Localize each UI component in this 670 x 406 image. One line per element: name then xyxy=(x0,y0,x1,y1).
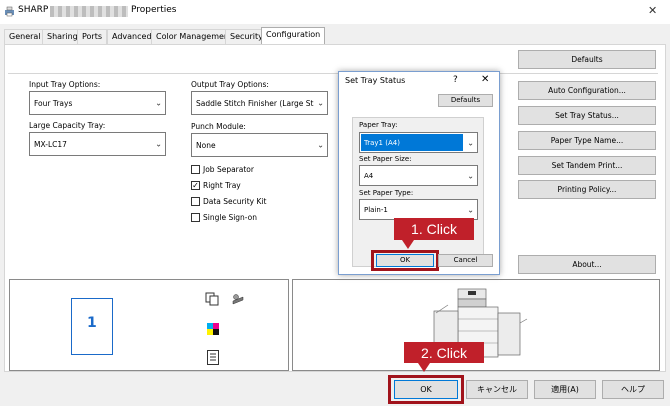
paper-type-name-button[interactable]: Paper Type Name... xyxy=(518,131,656,150)
paper-size-value: A4 xyxy=(364,171,374,180)
punch-module-select[interactable]: None ⌄ xyxy=(191,133,328,157)
input-tray-label: Input Tray Options: xyxy=(29,80,101,89)
document-icon xyxy=(207,350,219,365)
printing-policy-button[interactable]: Printing Policy... xyxy=(518,180,656,199)
step1-callout: 1. Click xyxy=(394,218,474,240)
paper-tray-label: Paper Tray: xyxy=(359,121,398,129)
dialog-help-button[interactable]: ? xyxy=(453,75,458,85)
auto-configuration-button[interactable]: Auto Configuration... xyxy=(518,81,656,100)
stapler-icon xyxy=(231,292,245,306)
large-capacity-tray-label: Large Capacity Tray: xyxy=(29,121,106,130)
step1-callout-pointer xyxy=(402,240,414,249)
chevron-down-icon: ⌄ xyxy=(155,139,162,149)
defaults-button[interactable]: Defaults xyxy=(518,50,656,69)
color-mode-icon xyxy=(206,322,220,336)
set-tray-status-button[interactable]: Set Tray Status... xyxy=(518,106,656,125)
paper-type-label: Set Paper Type: xyxy=(359,189,414,197)
window-close-button[interactable]: ✕ xyxy=(648,4,657,17)
copy-pages-icon xyxy=(205,292,219,306)
about-button[interactable]: About... xyxy=(518,255,656,274)
job-separator-checkbox[interactable] xyxy=(191,165,200,174)
paper-preview-pane xyxy=(9,279,289,371)
output-tray-label: Output Tray Options: xyxy=(191,80,269,89)
input-tray-value: Four Trays xyxy=(34,98,73,108)
tab-configuration[interactable]: Configuration xyxy=(261,27,326,45)
window-title-prefix: SHARP xyxy=(18,5,49,15)
chevron-down-icon: ⌄ xyxy=(467,138,474,147)
window-title-suffix: Properties xyxy=(131,5,177,15)
printer-icon xyxy=(4,6,15,17)
output-tray-select[interactable]: Saddle Stitch Finisher (Large Stack ⌄ xyxy=(191,91,328,115)
chevron-down-icon: ⌄ xyxy=(467,205,474,214)
paper-tray-select[interactable]: Tray1 (A4) ⌄ xyxy=(359,132,478,153)
tab-general[interactable]: General xyxy=(4,29,46,44)
redacted-printer-name xyxy=(50,6,128,17)
dialog-ok-button[interactable]: OK xyxy=(376,254,434,267)
input-tray-select[interactable]: Four Trays ⌄ xyxy=(29,91,166,115)
data-security-kit-checkbox[interactable] xyxy=(191,197,200,206)
help-button[interactable]: ヘルプ xyxy=(602,380,664,399)
punch-module-label: Punch Module: xyxy=(191,122,246,131)
single-sign-on-checkbox[interactable] xyxy=(191,213,200,222)
large-capacity-tray-select[interactable]: MX-LC17 ⌄ xyxy=(29,132,166,156)
single-sign-on-label: Single Sign-on xyxy=(203,213,257,222)
step2-callout: 2. Click xyxy=(404,342,484,363)
tab-ports[interactable]: Ports xyxy=(77,29,108,44)
data-security-kit-label: Data Security Kit xyxy=(203,197,267,206)
divider xyxy=(8,73,658,74)
page-number: 1 xyxy=(87,315,97,331)
chevron-down-icon: ⌄ xyxy=(317,98,324,108)
dialog-close-button[interactable]: ✕ xyxy=(481,74,489,85)
punch-module-value: None xyxy=(196,140,216,150)
output-tray-value: Saddle Stitch Finisher (Large Stack xyxy=(196,98,314,108)
cancel-button[interactable]: キャンセル xyxy=(466,380,528,399)
paper-tray-value: Tray1 (A4) xyxy=(364,138,400,147)
ok-button[interactable]: OK xyxy=(394,380,458,399)
set-tandem-print-button[interactable]: Set Tandem Print... xyxy=(518,156,656,175)
paper-size-label: Set Paper Size: xyxy=(359,155,412,163)
chevron-down-icon: ⌄ xyxy=(155,98,162,108)
dialog-title: Set Tray Status xyxy=(345,76,406,85)
paper-size-select[interactable]: A4 ⌄ xyxy=(359,165,478,186)
right-tray-checkbox[interactable]: ✓ xyxy=(191,181,200,190)
apply-button[interactable]: 適用(A) xyxy=(534,380,596,399)
paper-type-value: Plain-1 xyxy=(364,205,388,214)
paper-type-select[interactable]: Plain-1 ⌄ xyxy=(359,199,478,220)
job-separator-label: Job Separator xyxy=(203,165,254,174)
step2-callout-pointer xyxy=(418,363,430,372)
right-tray-label: Right Tray xyxy=(203,181,241,190)
tab-advanced[interactable]: Advanced xyxy=(107,29,157,44)
dialog-cancel-button[interactable]: Cancel xyxy=(438,254,493,267)
chevron-down-icon: ⌄ xyxy=(467,171,474,180)
dialog-defaults-button[interactable]: Defaults xyxy=(438,94,493,107)
chevron-down-icon: ⌄ xyxy=(317,140,324,150)
large-capacity-tray-value: MX-LC17 xyxy=(34,139,67,149)
